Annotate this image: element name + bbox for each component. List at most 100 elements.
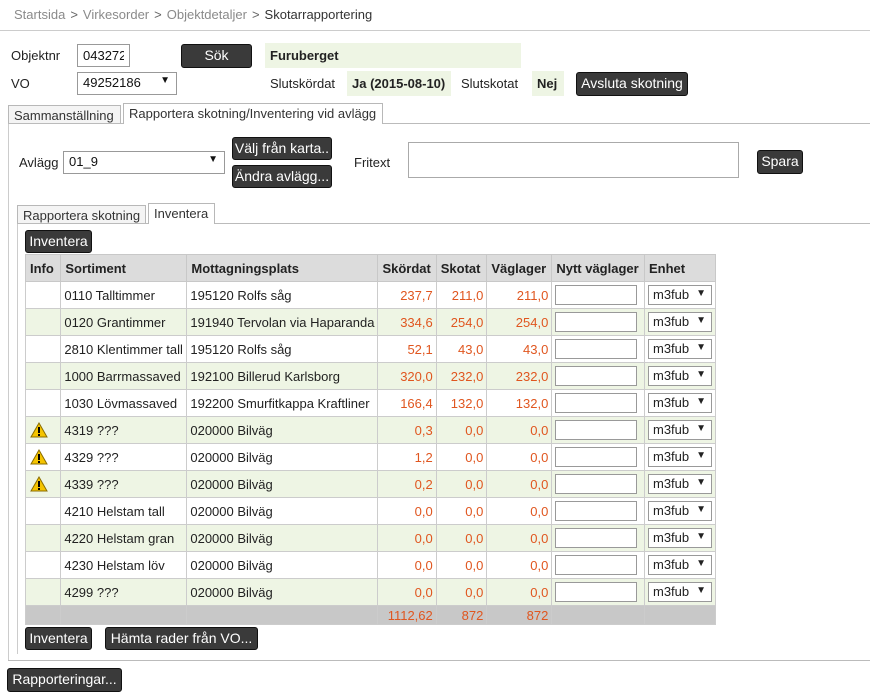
mottagningsplats-cell: 020000 Bilväg <box>186 497 379 525</box>
table-row: 1000 Barrmassaved 192100 Billerud Karlsbo… <box>24 362 716 390</box>
vo-select-value: 49252186 <box>83 75 141 90</box>
vaglager-cell: 43,0 <box>486 335 553 363</box>
avlagg-select[interactable]: 01_9 ▼ <box>63 151 225 174</box>
nytt-vaglager-input[interactable] <box>555 285 638 305</box>
enhet-select-value: m3fub <box>653 557 690 572</box>
mottagningsplats-cell: 195120 Rolfs såg <box>186 335 379 363</box>
nytt-vaglager-input[interactable] <box>555 528 638 548</box>
choose-from-map-button[interactable]: Välj från karta.. <box>232 137 332 160</box>
nytt-vaglager-input[interactable] <box>555 312 638 332</box>
info-cell <box>24 497 62 525</box>
enhet-select[interactable]: m3fub ▼ <box>648 393 712 413</box>
col-mottagningsplats: Mottagningsplats <box>186 254 379 282</box>
inventera-button-top[interactable]: Inventera <box>25 230 92 253</box>
skotat-cell: 0,0 <box>435 551 488 579</box>
nytt-vaglager-input[interactable] <box>555 393 638 413</box>
enhet-select[interactable]: m3fub ▼ <box>648 312 712 332</box>
totals-empty <box>24 605 62 625</box>
enhet-select-value: m3fub <box>653 314 690 329</box>
tab-inventera[interactable]: Inventera <box>148 203 215 224</box>
enhet-cell: m3fub ▼ <box>644 362 716 390</box>
table-row: 4329 ??? 020000 Bilväg 1,2 0,0 0,0 m3fub ▼ <box>24 443 716 471</box>
tab-sammanstallning[interactable]: Sammanställning <box>8 105 121 124</box>
tab-rapportera-skotning[interactable]: Rapportera skotning <box>17 205 146 224</box>
breadcrumb-objektdetaljer[interactable]: Objektdetaljer <box>167 7 247 22</box>
enhet-select[interactable]: m3fub ▼ <box>648 555 712 575</box>
table-row: 1030 Lövmassaved 192200 Smurfitkappa Kraf… <box>24 389 716 417</box>
nytt-vaglager-cell <box>551 389 645 417</box>
totals-empty <box>186 605 379 625</box>
vo-select[interactable]: 49252186 ▼ <box>77 72 177 95</box>
enhet-select[interactable]: m3fub ▼ <box>648 447 712 467</box>
fritext-label: Fritext <box>354 155 391 170</box>
enhet-select-value: m3fub <box>653 395 690 410</box>
objektnr-label: Objektnr <box>11 48 61 63</box>
search-button[interactable]: Sök <box>181 44 252 68</box>
enhet-select[interactable]: m3fub ▼ <box>648 501 712 521</box>
enhet-select[interactable]: m3fub ▼ <box>648 420 712 440</box>
tab-rapportera-skotning-inventering[interactable]: Rapportera skotning/Inventering vid avlä… <box>123 103 383 124</box>
enhet-select[interactable]: m3fub ▼ <box>648 366 712 386</box>
chevron-down-icon: ▼ <box>696 558 706 569</box>
avlagg-label: Avlägg <box>19 155 59 170</box>
inventera-button-bottom[interactable]: Inventera <box>25 627 92 650</box>
nytt-vaglager-input[interactable] <box>555 501 638 521</box>
objektnr-input[interactable] <box>77 44 130 67</box>
info-cell <box>24 470 62 498</box>
nytt-vaglager-input[interactable] <box>555 474 638 494</box>
enhet-cell: m3fub ▼ <box>644 578 716 606</box>
enhet-cell: m3fub ▼ <box>644 443 716 471</box>
nytt-vaglager-input[interactable] <box>555 555 638 575</box>
finish-skotning-button[interactable]: Avsluta skotning <box>576 72 688 96</box>
fetch-rows-from-vo-button[interactable]: Hämta rader från VO... <box>105 627 258 650</box>
warning-icon[interactable] <box>30 449 48 465</box>
nytt-vaglager-cell <box>551 362 645 390</box>
enhet-select-value: m3fub <box>653 530 690 545</box>
chevron-down-icon: ▼ <box>160 75 170 86</box>
vaglager-cell: 211,0 <box>486 281 553 309</box>
enhet-select-value: m3fub <box>653 449 690 464</box>
info-cell <box>24 362 62 390</box>
table-header-row: Info Sortiment Mottagningsplats Skördat … <box>24 254 716 282</box>
nytt-vaglager-input[interactable] <box>555 339 638 359</box>
enhet-cell: m3fub ▼ <box>644 416 716 444</box>
chevron-down-icon: ▼ <box>208 154 218 165</box>
skordat-cell: 1,2 <box>377 443 437 471</box>
enhet-select[interactable]: m3fub ▼ <box>648 339 712 359</box>
nytt-vaglager-input[interactable] <box>555 447 638 467</box>
avlagg-select-value: 01_9 <box>69 154 98 169</box>
vaglager-cell: 132,0 <box>486 389 553 417</box>
col-nytt-vaglager: Nytt väglager <box>551 254 645 282</box>
breadcrumb: Startsida > Virkesorder > Objektdetaljer > Sko… <box>14 7 373 22</box>
nytt-vaglager-input[interactable] <box>555 582 638 602</box>
sortiment-cell: 0120 Grantimmer <box>60 308 188 336</box>
reports-button[interactable]: Rapporteringar... <box>7 668 122 692</box>
info-cell <box>24 416 62 444</box>
header-divider <box>0 30 870 31</box>
change-avlagg-button[interactable]: Ändra avlägg... <box>232 165 332 188</box>
enhet-select[interactable]: m3fub ▼ <box>648 285 712 305</box>
col-skordat: Skördat <box>377 254 437 282</box>
totals-empty <box>60 605 188 625</box>
warning-icon[interactable] <box>30 476 48 492</box>
save-button[interactable]: Spara <box>757 150 803 174</box>
enhet-select[interactable]: m3fub ▼ <box>648 474 712 494</box>
sortiment-cell: 0110 Talltimmer <box>60 281 188 309</box>
total-vaglager: 872 <box>486 605 553 625</box>
breadcrumb-startsida[interactable]: Startsida <box>14 7 65 22</box>
info-cell <box>24 308 62 336</box>
enhet-select[interactable]: m3fub ▼ <box>648 528 712 548</box>
nytt-vaglager-input[interactable] <box>555 366 638 386</box>
enhet-select[interactable]: m3fub ▼ <box>648 582 712 602</box>
breadcrumb-virkesorder[interactable]: Virkesorder <box>83 7 149 22</box>
breadcrumb-current: Skotarrapportering <box>264 7 373 22</box>
mottagningsplats-cell: 020000 Bilväg <box>186 524 379 552</box>
warning-icon[interactable] <box>30 422 48 438</box>
enhet-cell: m3fub ▼ <box>644 524 716 552</box>
fritext-textarea[interactable] <box>408 142 739 178</box>
skordat-cell: 0,3 <box>377 416 437 444</box>
enhet-select-value: m3fub <box>653 476 690 491</box>
nytt-vaglager-input[interactable] <box>555 420 638 440</box>
col-vaglager: Väglager <box>486 254 553 282</box>
nytt-vaglager-cell <box>551 443 645 471</box>
